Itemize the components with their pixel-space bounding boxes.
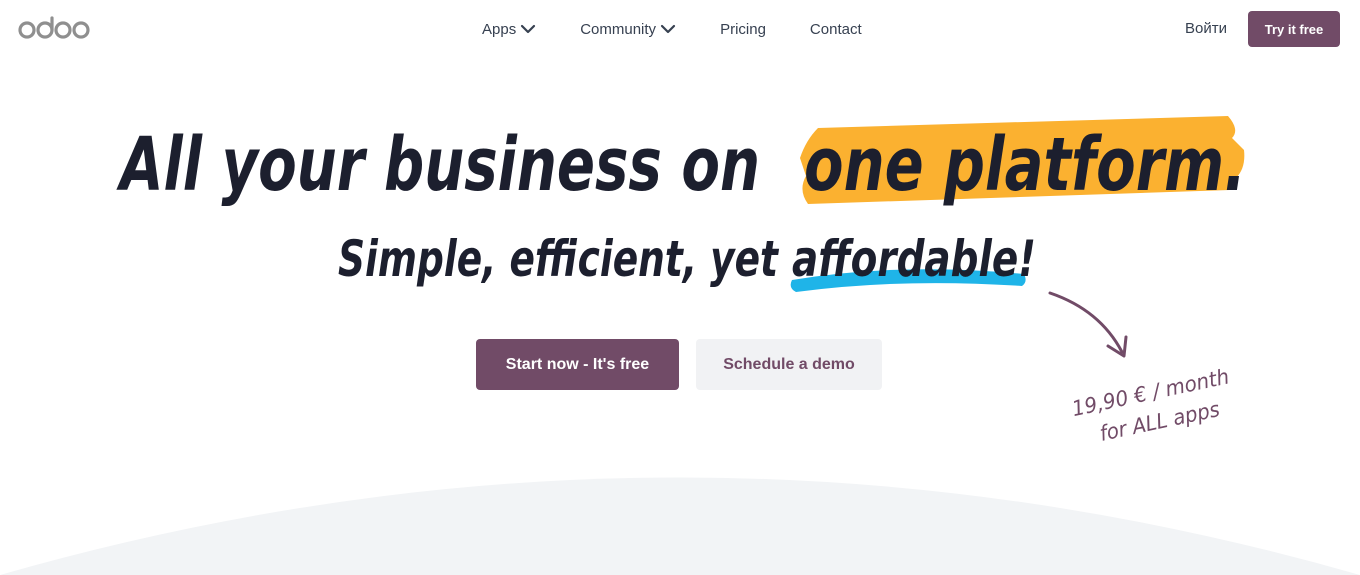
nav-pricing-label: Pricing xyxy=(720,20,766,38)
site-header: odoo Apps Community Pricing Contact Войт… xyxy=(0,0,1360,58)
headline-part1: All your business on xyxy=(116,122,760,208)
schedule-demo-button[interactable]: Schedule a demo xyxy=(696,339,882,390)
nav-apps-label: Apps xyxy=(482,20,517,38)
odoo-logo[interactable]: odoo xyxy=(18,14,90,42)
login-link[interactable]: Войти xyxy=(1185,20,1227,37)
nav-contact-label: Contact xyxy=(809,20,862,38)
chevron-down-icon xyxy=(660,24,676,34)
nav-pricing[interactable]: Pricing xyxy=(720,18,766,40)
try-it-free-button[interactable]: Try it free xyxy=(1248,11,1340,47)
main-nav: Apps Community Pricing Contact xyxy=(482,18,862,40)
bottom-curve xyxy=(0,477,1360,575)
hero-graphic: All your business on one platform. Simpl… xyxy=(0,116,1360,575)
subheadline-highlight: affordable! xyxy=(792,230,1036,288)
nav-contact[interactable]: Contact xyxy=(810,18,862,40)
chevron-down-icon xyxy=(521,24,536,34)
subheadline-part1: Simple, efficient, yet xyxy=(338,230,780,288)
start-now-button[interactable]: Start now - It's free xyxy=(476,339,679,390)
nav-community-label: Community xyxy=(580,20,657,38)
nav-community[interactable]: Community xyxy=(580,18,676,40)
headline-highlight: one platform. xyxy=(804,122,1246,208)
curved-arrow-icon xyxy=(1048,291,1128,358)
nav-apps[interactable]: Apps xyxy=(482,18,536,40)
